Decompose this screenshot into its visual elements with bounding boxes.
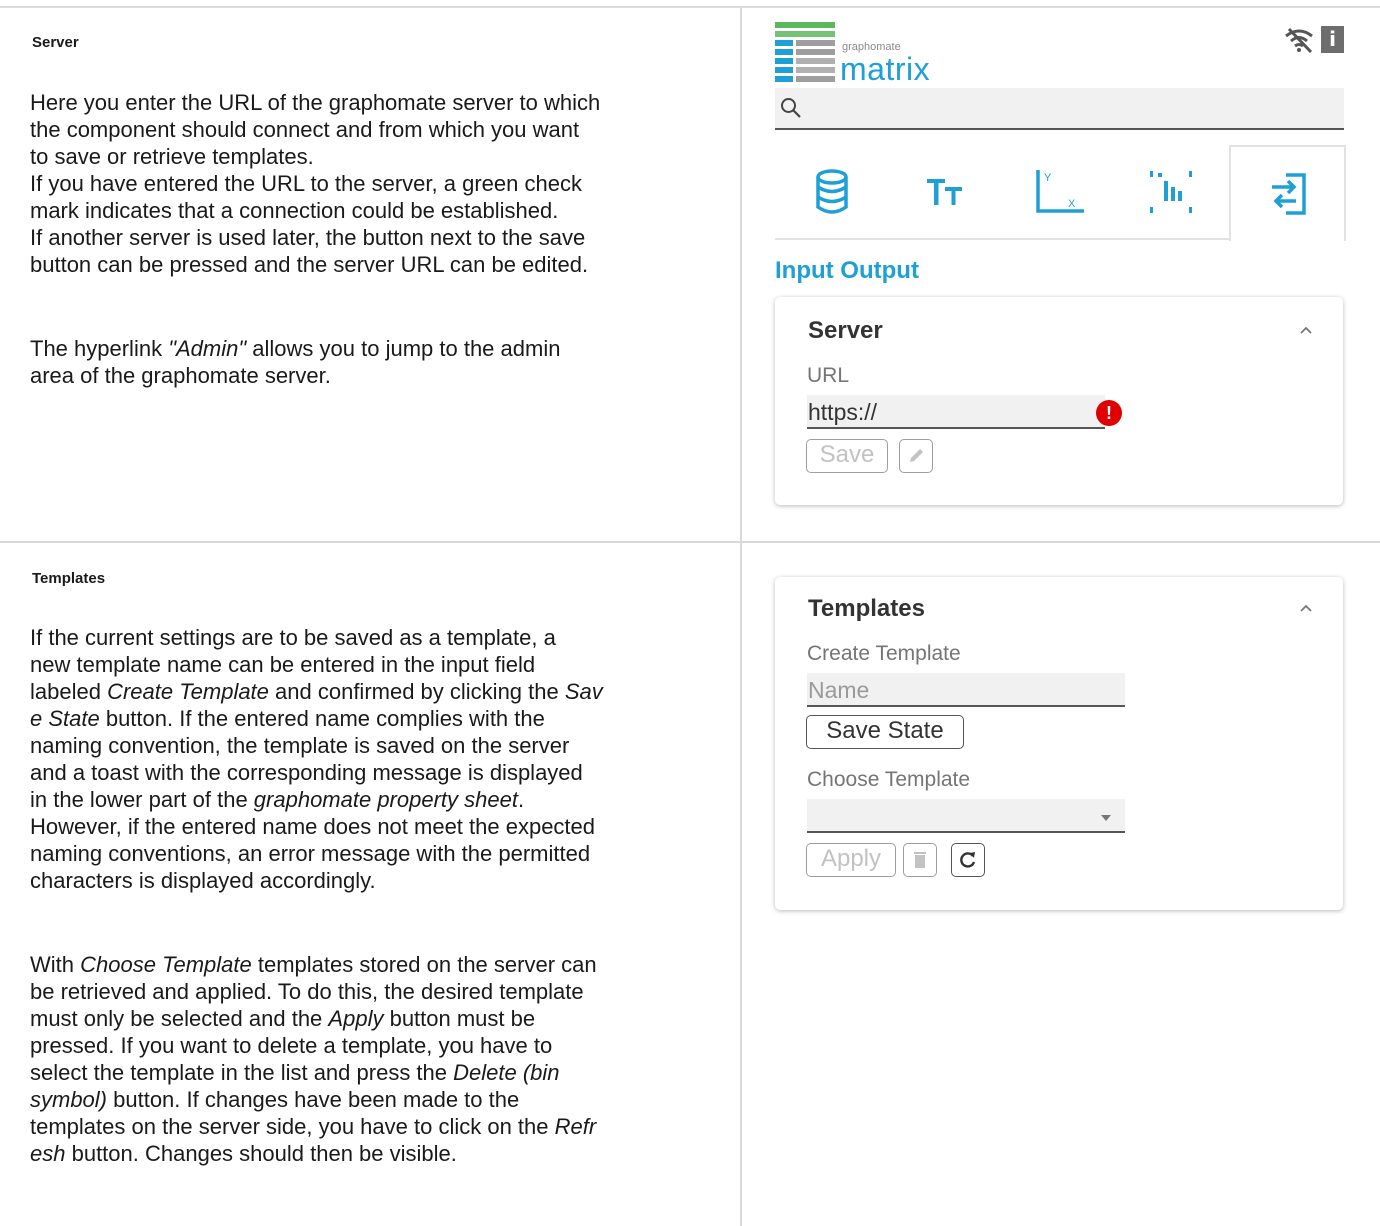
- server-card-title: Server: [808, 317, 883, 344]
- text-line: Here you enter the URL of the graphomate…: [30, 90, 601, 115]
- text-run: must only be selected and the: [30, 1006, 329, 1031]
- templates-card: Templates Create Template Name Save Stat…: [775, 577, 1343, 910]
- choose-template-select[interactable]: [807, 799, 1125, 833]
- text-run: button. If changes have been made to the: [107, 1087, 520, 1112]
- chart-icon: [1149, 171, 1192, 213]
- text-line: If you have entered the URL to the serve…: [30, 171, 582, 196]
- text-em: Create Template: [107, 679, 269, 704]
- refresh-icon: [960, 852, 976, 868]
- error-icon: !: [1096, 400, 1122, 426]
- choose-template-description: With Choose Template templates stored on…: [30, 951, 730, 1167]
- graphomate-logo-icon: [775, 22, 835, 82]
- text-run: and confirmed by clicking the: [268, 679, 565, 704]
- text-em: Refr: [554, 1114, 597, 1139]
- wifi-off-icon[interactable]: [1283, 27, 1315, 53]
- templates-description: If the current settings are to be saved …: [30, 624, 730, 894]
- text-run: select the template in the list and pres…: [30, 1060, 454, 1085]
- text-line: If the current settings are to be saved …: [30, 625, 556, 650]
- text-em: Sav: [564, 679, 603, 704]
- url-input[interactable]: https://: [807, 395, 1105, 429]
- text-run: button. If the entered name complies wit…: [99, 706, 545, 731]
- svg-text:X: X: [1068, 198, 1076, 210]
- text-line: naming conventions, an error message wit…: [30, 841, 591, 866]
- text-run: With: [30, 952, 81, 977]
- text-line: button can be pressed and the server URL…: [30, 252, 589, 277]
- tab-underline: [775, 238, 1231, 240]
- text-line: and a toast with the corresponding messa…: [30, 760, 583, 785]
- choose-template-label: Choose Template: [807, 768, 971, 791]
- text-run: templates on the server side, you have t…: [30, 1114, 555, 1139]
- delete-button[interactable]: [903, 843, 937, 877]
- info-icon[interactable]: i: [1321, 26, 1344, 53]
- text-run: button must be: [383, 1006, 536, 1031]
- text-run: The hyperlink: [30, 336, 169, 361]
- table-border-top: [0, 6, 1380, 8]
- templates-section-title: Templates: [32, 570, 106, 587]
- row-divider: [0, 541, 1380, 543]
- tab-data[interactable]: [775, 145, 888, 239]
- text-em: symbol): [30, 1087, 108, 1112]
- text-em: Delete (bin: [453, 1060, 560, 1085]
- admin-description: The hyperlink "Admin" allows you to jump…: [30, 335, 730, 389]
- text-line: However, if the entered name does not me…: [30, 814, 596, 839]
- tab-axis[interactable]: Y X: [1001, 145, 1114, 239]
- server-card: Server URL https:// ! Save: [775, 297, 1343, 505]
- apply-button[interactable]: Apply: [806, 843, 896, 877]
- text-line: naming convention, the template is saved…: [30, 733, 570, 758]
- tab-input-output[interactable]: [1229, 145, 1346, 241]
- text-em: e State: [30, 706, 100, 731]
- save-button[interactable]: Save: [806, 439, 888, 473]
- tab-chart[interactable]: [1114, 145, 1227, 239]
- chevron-up-icon[interactable]: [1299, 603, 1313, 613]
- text-run: button. Changes should then be visible.: [65, 1141, 457, 1166]
- text-line: area of the graphomate server.: [30, 363, 331, 388]
- text-line: new template name can be entered in the …: [30, 652, 536, 677]
- property-tabs: Y X: [775, 145, 1346, 241]
- text-line: characters is displayed accordingly.: [30, 868, 376, 893]
- search-icon: [781, 98, 801, 118]
- chevron-up-icon[interactable]: [1299, 325, 1313, 335]
- admin-link-text: "Admin": [168, 336, 247, 361]
- server-description: Here you enter the URL of the graphomate…: [30, 89, 730, 278]
- text-run: labeled: [30, 679, 108, 704]
- template-name-input[interactable]: Name: [807, 673, 1125, 707]
- text-line: be retrieved and applied. To do this, th…: [30, 979, 584, 1004]
- text-run: allows you to jump to the admin: [246, 336, 561, 361]
- text-em: graphomate property sheet: [253, 787, 518, 812]
- svg-text:Y: Y: [1044, 172, 1052, 184]
- text-run: templates stored on the server can: [251, 952, 597, 977]
- text-size-icon: [926, 179, 962, 205]
- text-em: Choose Template: [80, 952, 252, 977]
- create-template-label: Create Template: [807, 642, 961, 665]
- text-line: mark indicates that a connection could b…: [30, 198, 559, 223]
- templates-card-title: Templates: [808, 595, 925, 622]
- tab-text[interactable]: [888, 145, 1001, 239]
- search-input[interactable]: [775, 88, 1344, 130]
- trash-icon: [914, 852, 926, 868]
- url-label: URL: [807, 364, 850, 387]
- text-em: Apply: [328, 1006, 384, 1031]
- text-line: to save or retrieve templates.: [30, 144, 314, 169]
- save-state-button[interactable]: Save State: [806, 715, 964, 749]
- dropdown-arrow-icon: [1101, 815, 1111, 821]
- text-line: pressed. If you want to delete a templat…: [30, 1033, 553, 1058]
- text-line: If another server is used later, the but…: [30, 225, 586, 250]
- refresh-button[interactable]: [951, 843, 985, 877]
- text-em: esh: [30, 1141, 66, 1166]
- axis-icon: Y X: [1035, 170, 1084, 213]
- pencil-icon: [910, 449, 923, 462]
- input-output-icon: [1271, 173, 1306, 215]
- text-run: in the lower part of the: [30, 787, 254, 812]
- column-divider: [740, 8, 742, 1226]
- text-run: .: [517, 787, 525, 812]
- edit-button[interactable]: [899, 439, 933, 473]
- database-icon: [815, 169, 848, 214]
- panel-section-title: Input Output: [775, 257, 919, 284]
- text-line: the component should connect and from wh…: [30, 117, 580, 142]
- server-section-title: Server: [32, 34, 79, 51]
- logo-product-text: matrix: [840, 51, 931, 87]
